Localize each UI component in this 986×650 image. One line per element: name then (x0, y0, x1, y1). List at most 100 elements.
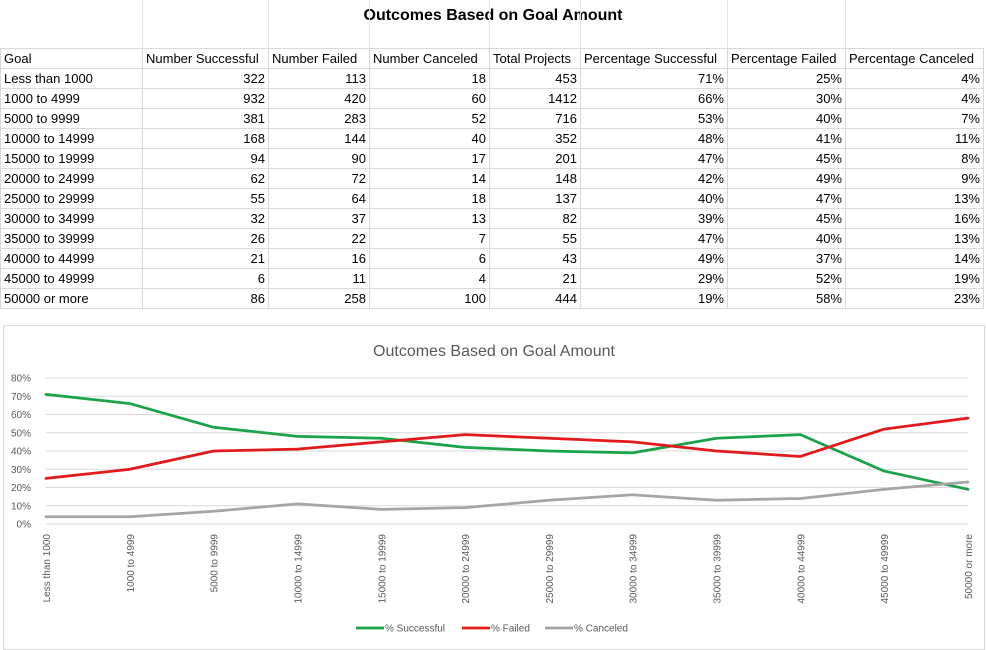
value-cell[interactable]: 283 (268, 108, 370, 129)
value-cell[interactable]: 16 (268, 248, 370, 269)
goal-cell[interactable]: 15000 to 19999 (0, 148, 143, 169)
value-cell[interactable]: 453 (489, 68, 581, 89)
value-cell[interactable]: 29% (580, 268, 728, 289)
value-cell[interactable]: 40 (369, 128, 490, 149)
value-cell[interactable]: 45% (727, 208, 846, 229)
value-cell[interactable]: 60 (369, 88, 490, 109)
value-cell[interactable]: 11 (268, 268, 370, 289)
value-cell[interactable]: 47% (727, 188, 846, 209)
value-cell[interactable]: 42% (580, 168, 728, 189)
goal-cell[interactable]: 1000 to 4999 (0, 88, 143, 109)
goal-cell[interactable]: 25000 to 29999 (0, 188, 143, 209)
col-header-number-successful[interactable]: Number Successful (142, 48, 269, 69)
value-cell[interactable]: 23% (845, 288, 984, 309)
goal-cell[interactable]: Less than 1000 (0, 68, 143, 89)
value-cell[interactable]: 94 (142, 148, 269, 169)
value-cell[interactable]: 72 (268, 168, 370, 189)
value-cell[interactable]: 14 (369, 168, 490, 189)
value-cell[interactable]: 86 (142, 288, 269, 309)
value-cell[interactable]: 13% (845, 228, 984, 249)
value-cell[interactable]: 47% (580, 228, 728, 249)
value-cell[interactable]: 62 (142, 168, 269, 189)
goal-cell[interactable]: 5000 to 9999 (0, 108, 143, 129)
value-cell[interactable]: 82 (489, 208, 581, 229)
goal-cell[interactable]: 35000 to 39999 (0, 228, 143, 249)
value-cell[interactable]: 258 (268, 288, 370, 309)
value-cell[interactable]: 53% (580, 108, 728, 129)
value-cell[interactable]: 18 (369, 188, 490, 209)
value-cell[interactable]: 22 (268, 228, 370, 249)
value-cell[interactable]: 25% (727, 68, 846, 89)
value-cell[interactable]: 148 (489, 168, 581, 189)
value-cell[interactable]: 40% (580, 188, 728, 209)
value-cell[interactable]: 43 (489, 248, 581, 269)
goal-cell[interactable]: 50000 or more (0, 288, 143, 309)
value-cell[interactable]: 137 (489, 188, 581, 209)
value-cell[interactable]: 19% (580, 288, 728, 309)
goal-cell[interactable]: 45000 to 49999 (0, 268, 143, 289)
value-cell[interactable]: 6 (142, 268, 269, 289)
value-cell[interactable]: 21 (142, 248, 269, 269)
value-cell[interactable]: 55 (142, 188, 269, 209)
col-header-goal[interactable]: Goal (0, 48, 143, 69)
value-cell[interactable]: 13% (845, 188, 984, 209)
value-cell[interactable]: 7% (845, 108, 984, 129)
value-cell[interactable]: 4% (845, 88, 984, 109)
value-cell[interactable]: 19% (845, 268, 984, 289)
value-cell[interactable]: 322 (142, 68, 269, 89)
value-cell[interactable]: 55 (489, 228, 581, 249)
value-cell[interactable]: 21 (489, 268, 581, 289)
value-cell[interactable]: 71% (580, 68, 728, 89)
col-header-percentage-successful[interactable]: Percentage Successful (580, 48, 728, 69)
goal-cell[interactable]: 30000 to 34999 (0, 208, 143, 229)
goal-cell[interactable]: 20000 to 24999 (0, 168, 143, 189)
value-cell[interactable]: 39% (580, 208, 728, 229)
value-cell[interactable]: 168 (142, 128, 269, 149)
value-cell[interactable]: 144 (268, 128, 370, 149)
value-cell[interactable]: 90 (268, 148, 370, 169)
value-cell[interactable]: 11% (845, 128, 984, 149)
value-cell[interactable]: 444 (489, 288, 581, 309)
value-cell[interactable]: 26 (142, 228, 269, 249)
value-cell[interactable]: 64 (268, 188, 370, 209)
value-cell[interactable]: 8% (845, 148, 984, 169)
col-header-number-canceled[interactable]: Number Canceled (369, 48, 490, 69)
value-cell[interactable]: 45% (727, 148, 846, 169)
value-cell[interactable]: 4% (845, 68, 984, 89)
col-header-percentage-canceled[interactable]: Percentage Canceled (845, 48, 984, 69)
value-cell[interactable]: 32 (142, 208, 269, 229)
value-cell[interactable]: 16% (845, 208, 984, 229)
value-cell[interactable]: 1412 (489, 88, 581, 109)
value-cell[interactable]: 66% (580, 88, 728, 109)
value-cell[interactable]: 37 (268, 208, 370, 229)
value-cell[interactable]: 6 (369, 248, 490, 269)
value-cell[interactable]: 40% (727, 228, 846, 249)
goal-cell[interactable]: 10000 to 14999 (0, 128, 143, 149)
goal-cell[interactable]: 40000 to 44999 (0, 248, 143, 269)
value-cell[interactable]: 40% (727, 108, 846, 129)
col-header-percentage-failed[interactable]: Percentage Failed (727, 48, 846, 69)
value-cell[interactable]: 49% (580, 248, 728, 269)
value-cell[interactable]: 9% (845, 168, 984, 189)
value-cell[interactable]: 41% (727, 128, 846, 149)
value-cell[interactable]: 49% (727, 168, 846, 189)
value-cell[interactable]: 47% (580, 148, 728, 169)
line-chart[interactable]: Outcomes Based on Goal Amount 0% 10% 20% 30… (3, 325, 985, 650)
value-cell[interactable]: 381 (142, 108, 269, 129)
value-cell[interactable]: 100 (369, 288, 490, 309)
value-cell[interactable]: 48% (580, 128, 728, 149)
value-cell[interactable]: 7 (369, 228, 490, 249)
series-line[interactable] (44, 393, 970, 491)
value-cell[interactable]: 30% (727, 88, 846, 109)
value-cell[interactable]: 420 (268, 88, 370, 109)
value-cell[interactable]: 113 (268, 68, 370, 89)
value-cell[interactable]: 58% (727, 288, 846, 309)
value-cell[interactable]: 932 (142, 88, 269, 109)
value-cell[interactable]: 352 (489, 128, 581, 149)
value-cell[interactable]: 18 (369, 68, 490, 89)
col-header-number-failed[interactable]: Number Failed (268, 48, 370, 69)
value-cell[interactable]: 37% (727, 248, 846, 269)
value-cell[interactable]: 4 (369, 268, 490, 289)
col-header-total-projects[interactable]: Total Projects (489, 48, 581, 69)
value-cell[interactable]: 52 (369, 108, 490, 129)
